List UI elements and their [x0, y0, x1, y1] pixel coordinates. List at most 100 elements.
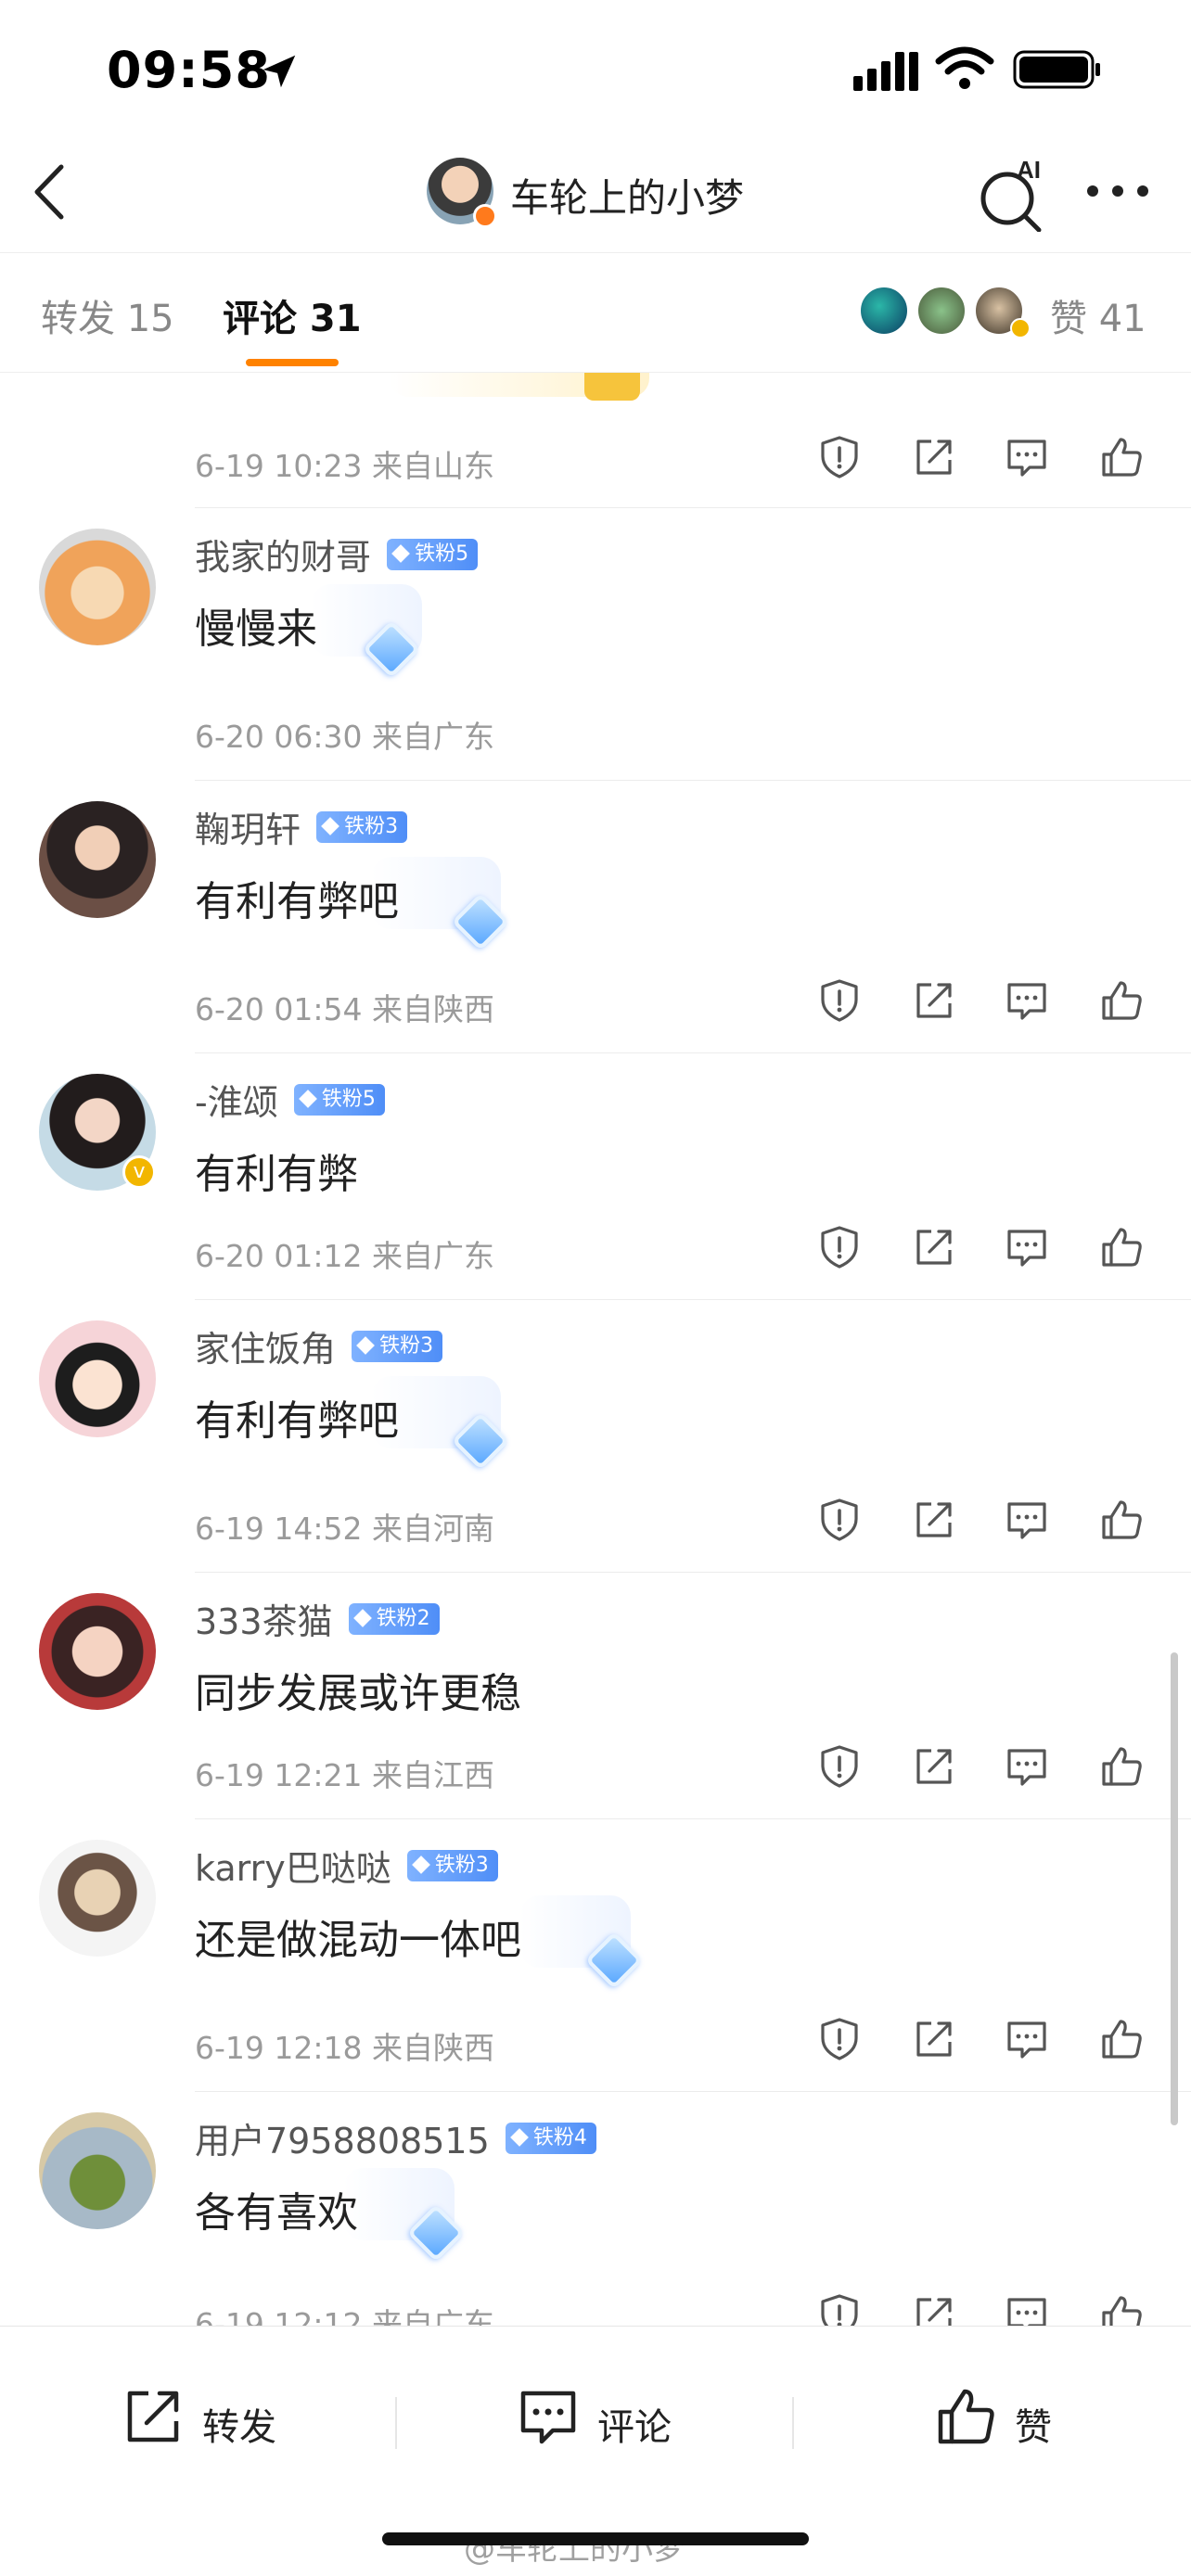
more-options-icon[interactable]	[1085, 180, 1150, 202]
comment-meta: 6-20 06:30 来自广东	[195, 719, 494, 755]
user-avatar[interactable]	[39, 801, 156, 918]
reply-icon[interactable]	[1004, 1497, 1050, 1543]
status-bar: 09:58	[0, 0, 1191, 139]
ai-search-icon[interactable]: AI	[976, 154, 1050, 232]
comment-item: 用户7958808515 铁粉4 各有喜欢 6-19 12:12 来自广东	[0, 2092, 1191, 2326]
tab-comment[interactable]: 评论 31	[223, 288, 362, 342]
comment-meta: 6-20 01:54 来自陕西	[195, 991, 494, 1027]
share-icon[interactable]	[911, 1224, 957, 1270]
fan-badge-label: 铁粉3	[344, 814, 399, 838]
like-thumb-icon[interactable]	[1098, 1497, 1145, 1543]
username[interactable]: 333茶猫	[195, 1593, 333, 1644]
reply-icon[interactable]	[1004, 1743, 1050, 1790]
comment-text: 有利有弊吧	[195, 878, 399, 925]
comment-meta: 6-19 12:18 来自陕西	[195, 2030, 494, 2066]
username[interactable]: 用户7958808515	[195, 2112, 490, 2163]
comment-item: 我家的财哥 铁粉5 慢慢来 6-20 06:30 来自广东	[0, 508, 1191, 781]
reply-icon[interactable]	[1004, 2292, 1050, 2326]
like-thumb-icon[interactable]	[1098, 1743, 1145, 1790]
username[interactable]: 家住饭角	[195, 1320, 336, 1371]
tab-like[interactable]: 赞 41	[1050, 288, 1146, 342]
user-avatar[interactable]	[39, 1320, 156, 1437]
location-arrow-icon	[263, 55, 296, 88]
comment-list: 6-19 10:23 来自山东 我家的财哥 铁粉5 慢慢来 6-20 06:30…	[0, 373, 1191, 2326]
comment-actions	[816, 1497, 1150, 1549]
report-icon[interactable]	[816, 2292, 863, 2326]
tab-repost[interactable]: 转发 15	[41, 288, 174, 342]
divider	[792, 2397, 794, 2449]
report-icon[interactable]	[816, 2016, 863, 2062]
liker-avatar	[858, 285, 910, 337]
user-avatar[interactable]	[39, 529, 156, 645]
report-icon[interactable]	[816, 977, 863, 1024]
reply-icon[interactable]	[1004, 2016, 1050, 2062]
user-avatar[interactable]	[39, 2112, 156, 2229]
comment-actions	[816, 434, 1150, 486]
comment-meta: 6-19 14:52 来自河南	[195, 1511, 494, 1547]
comment-actions	[816, 2292, 1150, 2326]
like-thumb-icon[interactable]	[1098, 434, 1145, 480]
comment-text: 有利有弊吧	[195, 1397, 399, 1445]
reply-icon[interactable]	[1004, 977, 1050, 1024]
share-icon[interactable]	[911, 434, 957, 480]
fan-badge: 铁粉4	[505, 2122, 596, 2154]
share-icon[interactable]	[911, 1743, 957, 1790]
share-icon	[127, 2391, 179, 2442]
user-avatar[interactable]	[39, 1840, 156, 1957]
ai-label: AI	[1017, 156, 1041, 184]
report-icon[interactable]	[816, 1743, 863, 1790]
share-icon[interactable]	[911, 2292, 957, 2326]
user-name-row: 我家的财哥 铁粉5	[195, 529, 479, 578]
page-title[interactable]: 车轮上的小梦	[510, 167, 744, 223]
user-avatar[interactable]	[39, 1593, 156, 1710]
report-icon[interactable]	[816, 1224, 863, 1270]
like-thumb-icon[interactable]	[1098, 977, 1145, 1024]
username[interactable]: -淮颂	[195, 1074, 278, 1125]
comment-item: 6-19 10:23 来自山东	[0, 373, 1191, 508]
like-thumb-icon[interactable]	[1098, 1224, 1145, 1270]
diamond-icon	[509, 2127, 529, 2147]
username[interactable]: 我家的财哥	[195, 529, 371, 580]
home-indicator[interactable]	[382, 2532, 809, 2545]
like-avatars[interactable]	[858, 285, 1034, 338]
reply-icon[interactable]	[1004, 1224, 1050, 1270]
decoration-coin-icon	[584, 373, 640, 401]
verified-badge-icon: v	[122, 1155, 156, 1189]
share-icon[interactable]	[911, 977, 957, 1024]
bottom-toolbar: 转发 评论 赞 @车轮上的小梦	[0, 2326, 1191, 2576]
comment-text: 还是做混动一体吧	[195, 1917, 521, 1964]
comment-item: v -淮颂 铁粉5 有利有弊 6-20 01:12 来自广东	[0, 1053, 1191, 1300]
diamond-icon	[298, 1089, 317, 1108]
comment-item: 鞠玥轩 铁粉3 有利有弊吧 6-20 01:54 来自陕西	[0, 781, 1191, 1053]
username[interactable]: 鞠玥轩	[195, 801, 301, 852]
diamond-icon	[356, 1335, 376, 1355]
like-thumb-icon	[938, 2389, 994, 2444]
verified-badge-icon	[473, 204, 497, 228]
comment-label: 评论	[597, 2406, 672, 2449]
report-icon[interactable]	[816, 434, 863, 480]
like-thumb-icon[interactable]	[1098, 2016, 1145, 2062]
back-chevron-icon[interactable]	[28, 161, 74, 223]
diamond-icon	[321, 816, 340, 835]
reply-icon[interactable]	[1004, 434, 1050, 480]
comment-text: 同步发展或许更稳	[195, 1670, 521, 1717]
comment-text: 慢慢来	[195, 606, 317, 653]
comment-actions	[816, 1224, 1150, 1276]
tab-bar: 转发 15 评论 31 赞 41	[0, 252, 1191, 373]
fan-badge-label: 铁粉2	[376, 1606, 430, 1630]
diamond-icon	[391, 543, 411, 563]
like-thumb-icon[interactable]	[1098, 2292, 1145, 2326]
username[interactable]: karry巴哒哒	[195, 1840, 391, 1891]
report-icon[interactable]	[816, 1497, 863, 1543]
comment-actions	[816, 977, 1150, 1029]
diamond-icon	[411, 1855, 430, 1874]
status-time: 09:58	[107, 41, 271, 99]
share-icon[interactable]	[911, 1497, 957, 1543]
repost-label: 转发	[202, 2406, 276, 2449]
comment-actions	[816, 1743, 1150, 1795]
fan-badge: 铁粉3	[316, 810, 408, 843]
comment-text: 各有喜欢	[195, 2189, 358, 2237]
scrollbar[interactable]	[1171, 1652, 1178, 2125]
comment-meta: 6-19 12:12 来自广东	[195, 2306, 494, 2326]
share-icon[interactable]	[911, 2016, 957, 2062]
